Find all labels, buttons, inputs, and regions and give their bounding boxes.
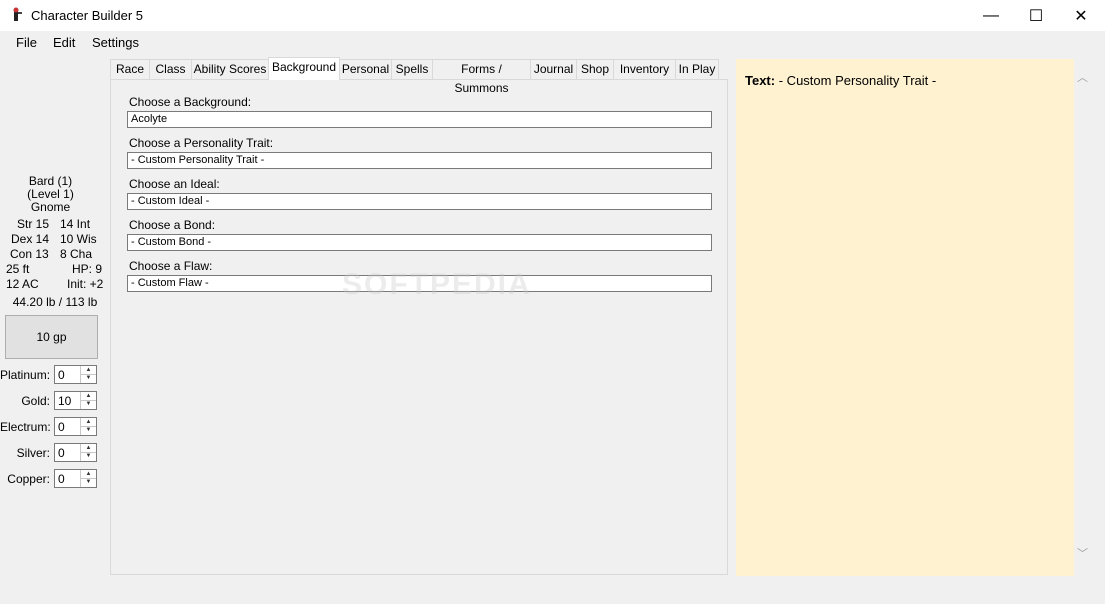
stat-hp: HP: 9 bbox=[72, 262, 103, 276]
menu-file[interactable]: File bbox=[16, 35, 37, 50]
electrum-spinner[interactable]: 0 ▲ ▼ bbox=[54, 417, 97, 436]
coin-label-platinum: Platinum: bbox=[0, 368, 51, 382]
stat-con: Con 13 bbox=[10, 247, 49, 261]
close-icon: ✕ bbox=[1074, 7, 1088, 25]
watermark: SOFTPEDIA bbox=[342, 268, 532, 301]
minimize-button[interactable]: — bbox=[968, 0, 1014, 31]
platinum-spinner[interactable]: 0 ▲ ▼ bbox=[54, 365, 97, 384]
description-scrollbar[interactable] bbox=[1074, 59, 1091, 576]
menu-settings[interactable]: Settings bbox=[92, 35, 139, 50]
maximize-button[interactable]: ☐ bbox=[1013, 0, 1059, 31]
stat-cha: 8 Cha bbox=[60, 247, 93, 261]
silver-value: 0 bbox=[58, 446, 65, 460]
race-line: Gnome bbox=[30, 200, 71, 214]
menu-edit[interactable]: Edit bbox=[53, 35, 75, 50]
coin-label-silver: Silver: bbox=[16, 446, 50, 460]
maximize-icon: ☐ bbox=[1028, 7, 1044, 25]
personality-trait-field[interactable]: - Custom Personality Trait - bbox=[127, 152, 712, 169]
window-title: Character Builder 5 bbox=[31, 8, 143, 23]
copper-value: 0 bbox=[58, 472, 65, 486]
coin-label-electrum: Electrum: bbox=[0, 420, 51, 434]
app-icon bbox=[10, 7, 24, 23]
stat-init: Init: +2 bbox=[67, 277, 104, 291]
coin-label-gold: Gold: bbox=[21, 394, 50, 408]
spin-down-icon[interactable]: ▼ bbox=[81, 452, 96, 460]
description-value: - Custom Personality Trait - bbox=[778, 73, 937, 88]
coin-spinners: Platinum: 0 ▲ ▼ Gold: 10 ▲ ▼ Electrum: 0 ▲… bbox=[0, 365, 101, 495]
tab-class[interactable]: Class bbox=[149, 59, 192, 79]
silver-spinner[interactable]: 0 ▲ ▼ bbox=[54, 443, 97, 462]
title-bar bbox=[0, 0, 1105, 31]
tab-shop[interactable]: Shop bbox=[576, 59, 614, 79]
tab-in-play[interactable]: In Play bbox=[675, 59, 719, 79]
close-button[interactable]: ✕ bbox=[1058, 0, 1104, 31]
copper-spinner[interactable]: 0 ▲ ▼ bbox=[54, 469, 97, 488]
spin-down-icon[interactable]: ▼ bbox=[81, 426, 96, 434]
menu-bar bbox=[0, 31, 1105, 53]
electrum-value: 0 bbox=[58, 420, 65, 434]
stat-int: 14 Int bbox=[60, 217, 91, 231]
description-text: Text: - Custom Personality Trait - bbox=[745, 73, 936, 88]
description-panel bbox=[736, 59, 1074, 576]
scroll-up-icon[interactable]: ︿ bbox=[1074, 70, 1091, 87]
carry-weight: 44.20 lb / 113 lb bbox=[12, 295, 98, 309]
bond-label: Choose a Bond: bbox=[129, 218, 216, 232]
tab-journal[interactable]: Journal bbox=[530, 59, 577, 79]
gold-total-button[interactable]: 10 gp bbox=[5, 315, 98, 359]
background-field[interactable]: Acolyte bbox=[127, 111, 712, 128]
tab-personal[interactable]: Personal bbox=[339, 59, 392, 79]
tab-forms-summons[interactable]: Forms / Summons bbox=[432, 59, 531, 95]
background-label: Choose a Background: bbox=[129, 95, 252, 109]
stat-str: Str 15 bbox=[17, 217, 50, 231]
stat-ac: 12 AC bbox=[6, 277, 39, 291]
tab-spells[interactable]: Spells bbox=[391, 59, 433, 79]
stat-speed: 25 ft bbox=[6, 262, 30, 276]
description-label: Text: bbox=[745, 73, 776, 88]
bond-field[interactable]: - Custom Bond - bbox=[127, 234, 712, 251]
flaw-label: Choose a Flaw: bbox=[129, 259, 213, 273]
ideal-label: Choose an Ideal: bbox=[129, 177, 220, 191]
personality-trait-label: Choose a Personality Trait: bbox=[129, 136, 274, 150]
ideal-field[interactable]: - Custom Ideal - bbox=[127, 193, 712, 210]
stat-wis: 10 Wis bbox=[60, 232, 97, 246]
tab-background[interactable]: Background bbox=[268, 57, 340, 80]
minimize-icon: — bbox=[983, 6, 999, 24]
stat-dex: Dex 14 bbox=[11, 232, 50, 246]
spin-down-icon[interactable]: ▼ bbox=[81, 374, 96, 382]
level-line: (Level 1) bbox=[27, 187, 74, 201]
tab-inventory[interactable]: Inventory bbox=[613, 59, 676, 79]
scroll-down-icon[interactable]: ﹀ bbox=[1074, 546, 1091, 563]
platinum-value: 0 bbox=[58, 368, 65, 382]
gold-value: 10 bbox=[58, 394, 72, 408]
tab-race[interactable]: Race bbox=[110, 59, 150, 79]
coin-label-copper: Copper: bbox=[7, 472, 50, 486]
tab-ability-scores[interactable]: Ability Scores bbox=[191, 59, 269, 79]
spin-down-icon[interactable]: ▼ bbox=[81, 400, 96, 408]
gold-total-label: 10 gp bbox=[36, 330, 67, 344]
gold-spinner[interactable]: 10 ▲ ▼ bbox=[54, 391, 97, 410]
class-line: Bard (1) bbox=[28, 174, 73, 188]
spin-down-icon[interactable]: ▼ bbox=[81, 478, 96, 486]
